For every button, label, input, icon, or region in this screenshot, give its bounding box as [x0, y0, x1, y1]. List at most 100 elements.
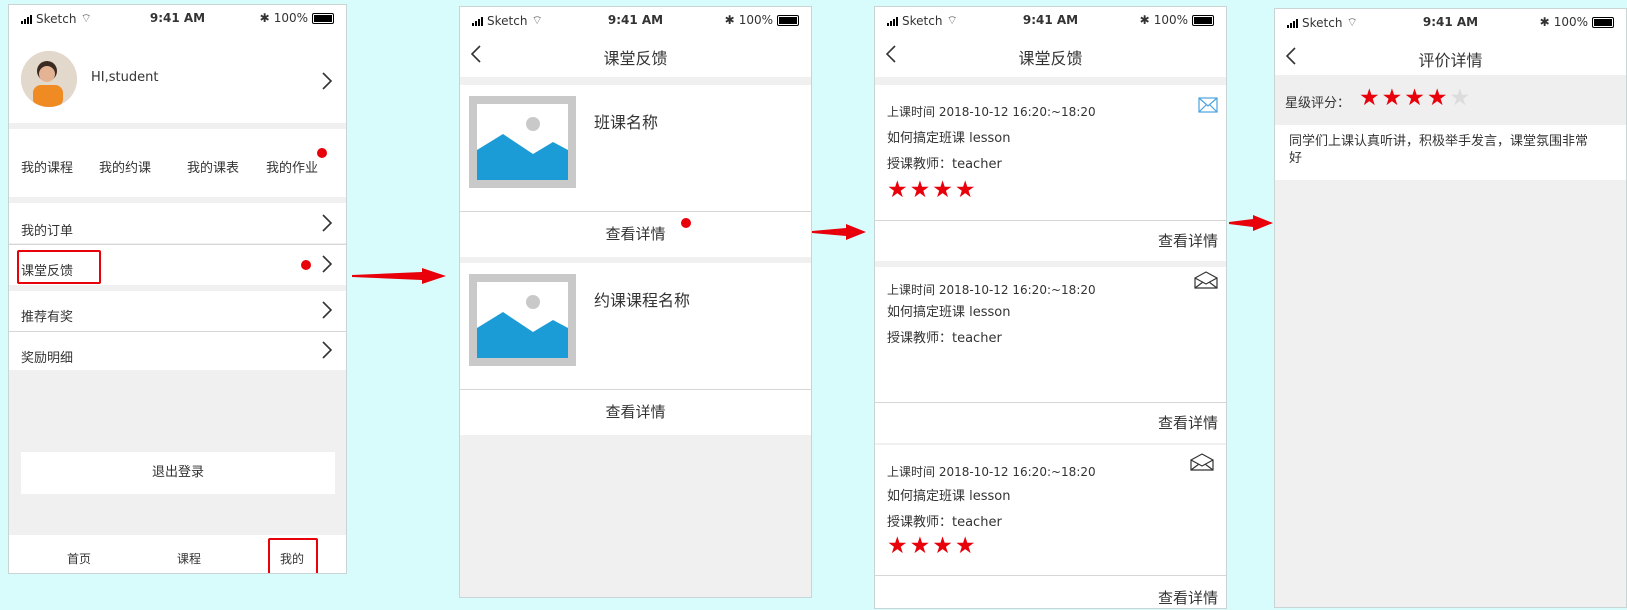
course-card: 约课课程名称 查看详情: [460, 263, 811, 435]
chevron-right-icon: [322, 301, 333, 319]
divider: [875, 402, 1226, 403]
menu-my-courses[interactable]: 我的课程: [21, 157, 73, 176]
logout-button[interactable]: 退出登录: [21, 452, 335, 494]
battery-percent: 100%: [1153, 13, 1188, 27]
course-card: 班课名称 查看详情: [460, 85, 811, 257]
teacher-name: 授课教师：teacher: [887, 515, 1002, 530]
menu-my-schedule[interactable]: 我的课表: [187, 157, 239, 176]
profile-header[interactable]: HI,student: [9, 31, 346, 123]
star-filled-icon: ★: [909, 533, 931, 559]
battery-percent: 100%: [1553, 15, 1588, 29]
star-filled-icon: ★: [1381, 85, 1403, 111]
nav-bar: 评价详情: [1275, 35, 1626, 75]
list-item-label: 奖励明细: [21, 351, 74, 366]
star-filled-icon: ★: [1359, 85, 1380, 111]
status-bar: Sketch ⌔ 9:41 AM ✱ 100%: [460, 7, 811, 33]
screen-review-detail: Sketch ⌔ 9:41 AM ✱ 100% 评价详情 星级评分： ★ ★ ★ ★ ★ 同…: [1274, 8, 1627, 608]
list-item-rewards[interactable]: 奖励明细: [9, 332, 346, 370]
rating-stars: ★ ★ ★ ★ ★: [1359, 87, 1470, 110]
view-details-button[interactable]: 查看详情: [1158, 230, 1218, 251]
chevron-right-icon: [322, 341, 333, 359]
comment-text: 同学们上课认真听讲，积极举手发言，课堂氛围非常好: [1289, 134, 1589, 166]
view-details-label: 查看详情: [605, 403, 666, 421]
course-name: 班课名称: [594, 113, 659, 132]
view-details-button[interactable]: 查看详情: [1158, 587, 1218, 608]
logout-label: 退出登录: [151, 465, 204, 480]
star-empty-icon: ★: [1449, 85, 1471, 111]
class-time: 上课时间 2018-10-12 16:20:~18:20: [887, 465, 1096, 479]
feedback-item: 上课时间 2018-10-12 16:20:~18:20 如何搞定班课 less…: [875, 445, 1226, 608]
status-bar: Sketch ⌔ 9:41 AM ✱ 100%: [1275, 9, 1626, 35]
flow-arrow: [812, 224, 866, 240]
battery-icon: [312, 12, 334, 24]
greeting-text: HI,student: [91, 70, 159, 85]
page-title: 课堂反馈: [1018, 49, 1083, 68]
chevron-right-icon: [322, 214, 333, 232]
nav-bar: 课堂反馈: [460, 33, 811, 77]
screen-profile: Sketch ⌔ 9:41 AM ✱ 100% HI,student 我的课程 我的…: [8, 4, 347, 574]
tab-home[interactable]: 首页: [67, 550, 91, 567]
screen-feedback-detail-list: Sketch ⌔ 9:41 AM ✱ 100% 课堂反馈 上课时间 2018-10-…: [874, 6, 1227, 609]
course-title: 如何搞定班课 lesson: [887, 131, 1011, 146]
highlight-box: [268, 538, 318, 573]
list-item-orders[interactable]: 我的订单: [9, 203, 346, 243]
mail-open-icon: [1190, 453, 1214, 471]
chevron-right-icon: [322, 255, 333, 273]
highlight-box: [17, 250, 101, 284]
flow-arrow: [352, 268, 446, 284]
battery-icon: [777, 14, 799, 26]
star-filled-icon: ★: [1426, 85, 1448, 111]
nav-bar: 课堂反馈: [875, 33, 1226, 77]
course-name: 约课课程名称: [594, 291, 691, 310]
star-filled-icon: ★: [887, 533, 908, 559]
star-filled-icon: ★: [887, 177, 908, 203]
status-bar: Sketch ⌔ 9:41 AM ✱ 100%: [875, 7, 1226, 33]
chevron-right-icon: [322, 72, 333, 90]
flow-arrow: [1229, 215, 1273, 231]
feedback-item: 上课时间 2018-10-12 16:20:~18:20 如何搞定班课 less…: [875, 85, 1226, 261]
divider: [875, 220, 1226, 221]
image-placeholder-icon: [469, 274, 576, 366]
list-item-referral[interactable]: 推荐有奖: [9, 291, 346, 331]
battery-icon: [1192, 14, 1214, 26]
teacher-name: 授课教师：teacher: [887, 157, 1002, 172]
class-time: 上课时间 2018-10-12 16:20:~18:20: [887, 105, 1096, 119]
list-item-label: 推荐有奖: [21, 310, 74, 325]
bluetooth-icon: ✱: [724, 13, 735, 27]
bluetooth-icon: ✱: [1139, 13, 1150, 27]
star-filled-icon: ★: [932, 177, 953, 203]
battery-percent: 100%: [738, 13, 773, 27]
rating-stars: ★ ★ ★ ★: [887, 535, 976, 558]
page-title: 评价详情: [1418, 51, 1483, 70]
notification-dot: [317, 148, 327, 158]
class-time: 上课时间 2018-10-12 16:20:~18:20: [887, 283, 1096, 297]
page-title: 课堂反馈: [603, 49, 668, 68]
view-details-button[interactable]: 查看详情: [1158, 412, 1218, 433]
view-details-label: 查看详情: [605, 225, 666, 243]
tab-courses[interactable]: 课程: [177, 550, 201, 567]
mail-icon: [1198, 97, 1218, 113]
view-details-button[interactable]: 查看详情: [460, 212, 811, 257]
menu-my-bookings[interactable]: 我的约课: [99, 157, 151, 176]
rating-row: 星级评分： ★ ★ ★ ★ ★: [1275, 75, 1626, 125]
course-title: 如何搞定班课 lesson: [887, 489, 1011, 504]
course-title: 如何搞定班课 lesson: [887, 305, 1011, 320]
star-filled-icon: ★: [1404, 85, 1425, 111]
status-bar: Sketch ⌔ 9:41 AM ✱ 100%: [9, 5, 346, 31]
screen-feedback-list: Sketch ⌔ 9:41 AM ✱ 100% 课堂反馈 班课名称 查看详情 约课课…: [459, 6, 812, 598]
feedback-item: 上课时间 2018-10-12 16:20:~18:20 如何搞定班课 less…: [875, 267, 1226, 443]
comment-box: 同学们上课认真听讲，积极举手发言，课堂氛围非常好: [1275, 125, 1626, 180]
mail-open-icon: [1194, 271, 1218, 289]
divider: [875, 575, 1226, 576]
view-details-button[interactable]: 查看详情: [460, 390, 811, 435]
star-filled-icon: ★: [932, 533, 953, 559]
star-filled-icon: ★: [954, 177, 976, 203]
notification-dot: [681, 218, 691, 228]
list-item-label: 我的订单: [21, 224, 74, 239]
rating-stars: ★ ★ ★ ★: [887, 179, 976, 202]
avatar: [21, 51, 77, 107]
bluetooth-icon: ✱: [1539, 15, 1550, 29]
teacher-name: 授课教师：teacher: [887, 331, 1002, 346]
notification-dot: [301, 260, 311, 270]
menu-my-homework[interactable]: 我的作业: [266, 157, 318, 176]
